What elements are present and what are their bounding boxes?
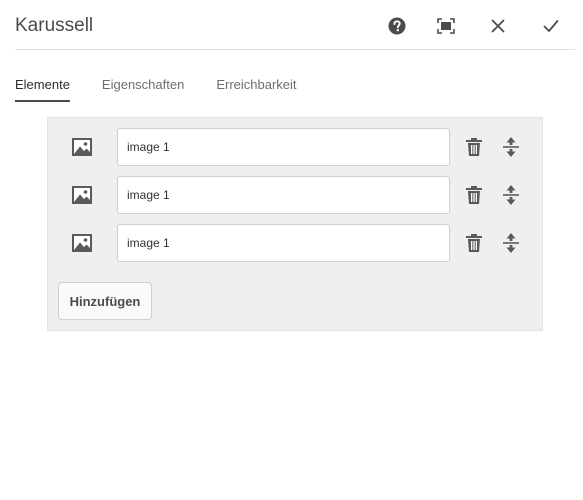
carousel-items-multifield: Hinzufügen: [47, 117, 543, 331]
item-path-input[interactable]: [117, 176, 450, 214]
reorder-handle[interactable]: [501, 233, 521, 253]
tab-eigenschaften[interactable]: Eigenschaften: [102, 74, 184, 102]
fullscreen-icon: [437, 18, 455, 34]
fullscreen-button[interactable]: [433, 13, 459, 39]
move-vertical-icon: [503, 137, 519, 157]
header-divider: [15, 49, 575, 50]
move-vertical-icon: [503, 185, 519, 205]
item-path-input[interactable]: [117, 224, 450, 262]
close-button[interactable]: [485, 13, 511, 39]
image-icon: [72, 138, 92, 156]
tab-erreichbarkeit[interactable]: Erreichbarkeit: [216, 74, 296, 102]
confirm-button[interactable]: [538, 13, 564, 39]
list-item: [48, 224, 542, 262]
move-vertical-icon: [503, 233, 519, 253]
image-icon: [72, 186, 92, 204]
help-icon: [388, 17, 406, 35]
trash-icon: [466, 138, 482, 156]
delete-item-button[interactable]: [464, 137, 484, 157]
help-button[interactable]: [384, 13, 410, 39]
trash-icon: [466, 186, 482, 204]
close-icon: [491, 19, 505, 33]
reorder-handle[interactable]: [501, 185, 521, 205]
list-item: [48, 176, 542, 214]
add-item-button[interactable]: Hinzufügen: [58, 282, 152, 320]
list-item: [48, 128, 542, 166]
item-path-input[interactable]: [117, 128, 450, 166]
tab-list: Elemente Eigenschaften Erreichbarkeit: [15, 74, 329, 102]
image-icon: [72, 234, 92, 252]
dialog-header: Karussell: [0, 0, 583, 50]
dialog-title: Karussell: [15, 15, 94, 36]
delete-item-button[interactable]: [464, 185, 484, 205]
carousel-dialog: Karussell Elemente Eigenschaften Erreich…: [0, 0, 583, 500]
delete-item-button[interactable]: [464, 233, 484, 253]
tab-elemente[interactable]: Elemente: [15, 74, 70, 102]
trash-icon: [466, 234, 482, 252]
reorder-handle[interactable]: [501, 137, 521, 157]
checkmark-icon: [543, 20, 559, 32]
